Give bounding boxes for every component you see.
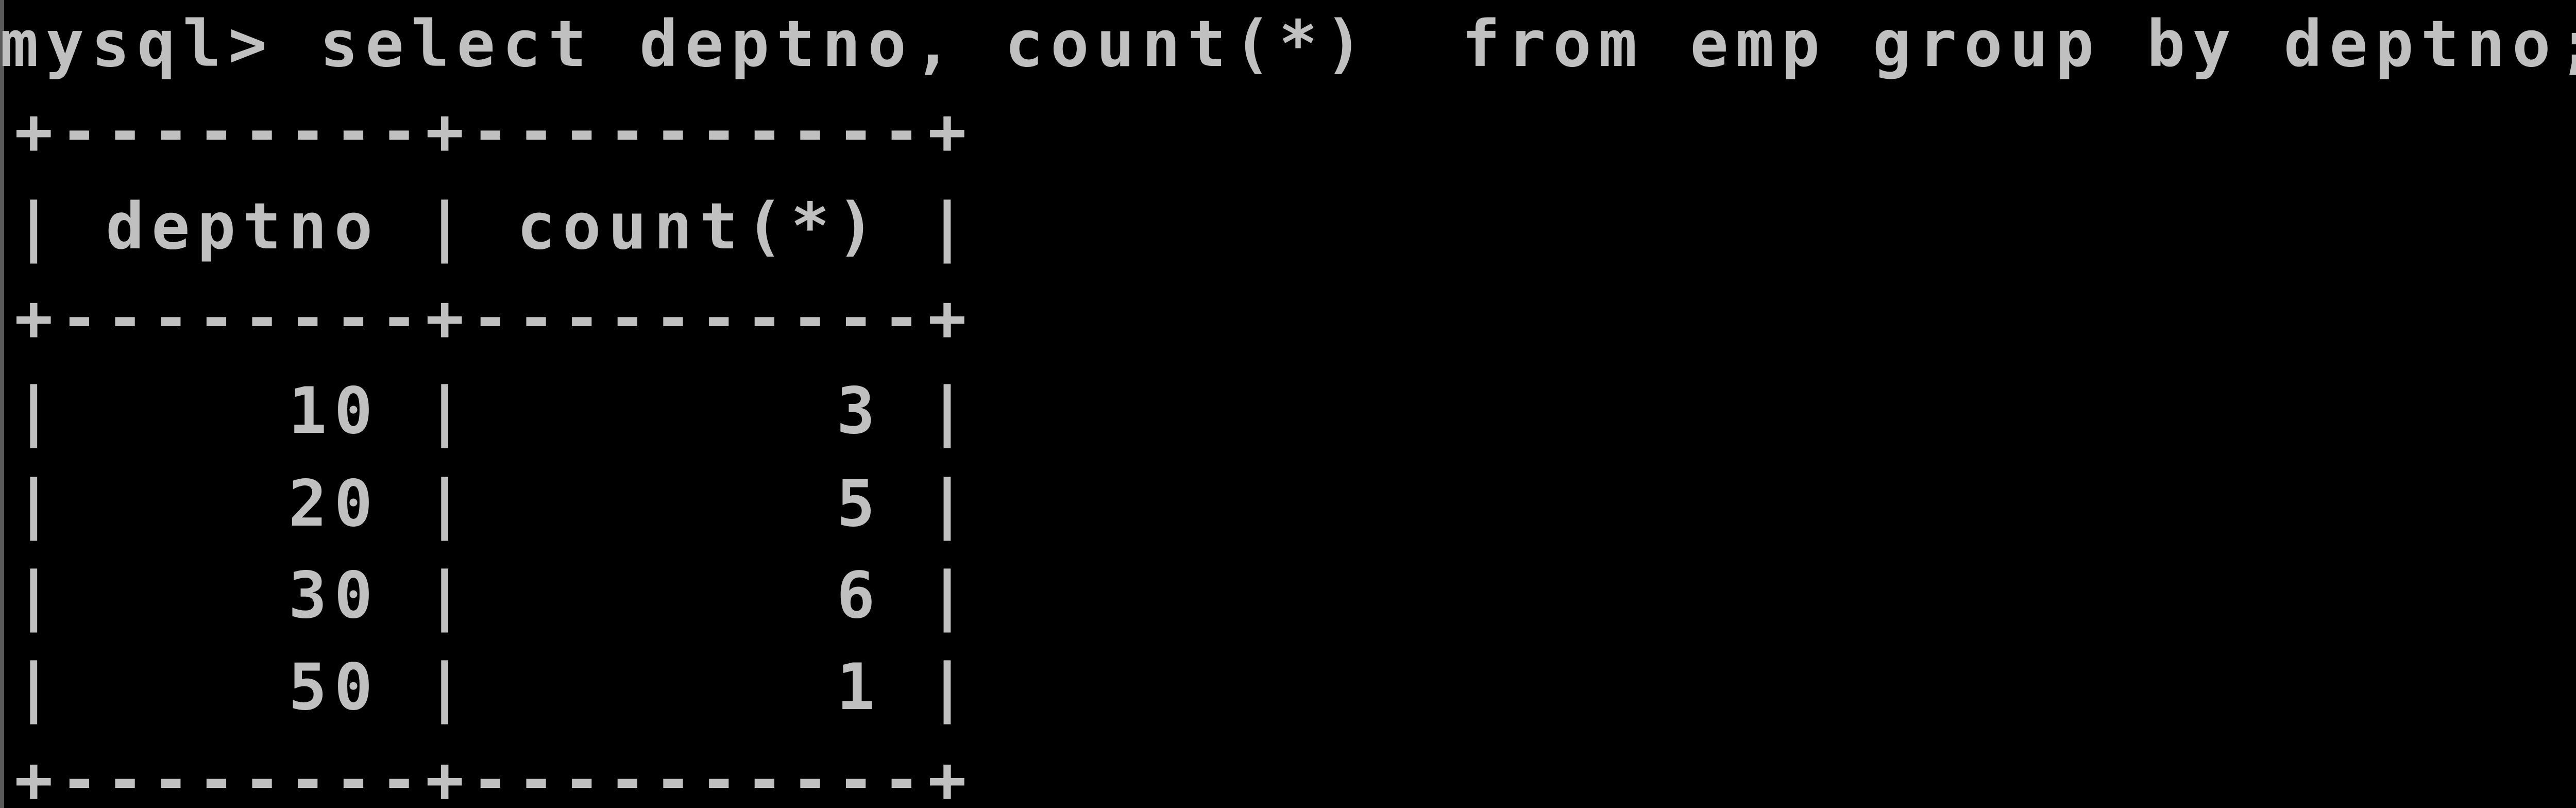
table-row: | 50 | 1 | bbox=[14, 650, 974, 725]
table-row: | 10 | 3 | bbox=[14, 374, 974, 448]
sql-command-line: mysql> select deptno, count(*) from emp … bbox=[0, 7, 2576, 81]
window-left-border bbox=[0, 0, 4, 808]
table-row: | 20 | 5 | bbox=[14, 467, 974, 541]
table-header-row: | deptno | count(*) | bbox=[14, 190, 974, 264]
table-row: | 30 | 6 | bbox=[14, 559, 974, 633]
table-border-bottom: +--------+----------+ bbox=[14, 743, 974, 808]
terminal-window[interactable]: mysql> select deptno, count(*) from emp … bbox=[0, 0, 2576, 808]
table-border-mid: +--------+----------+ bbox=[14, 281, 974, 356]
table-border-top: +--------+----------+ bbox=[14, 95, 974, 169]
